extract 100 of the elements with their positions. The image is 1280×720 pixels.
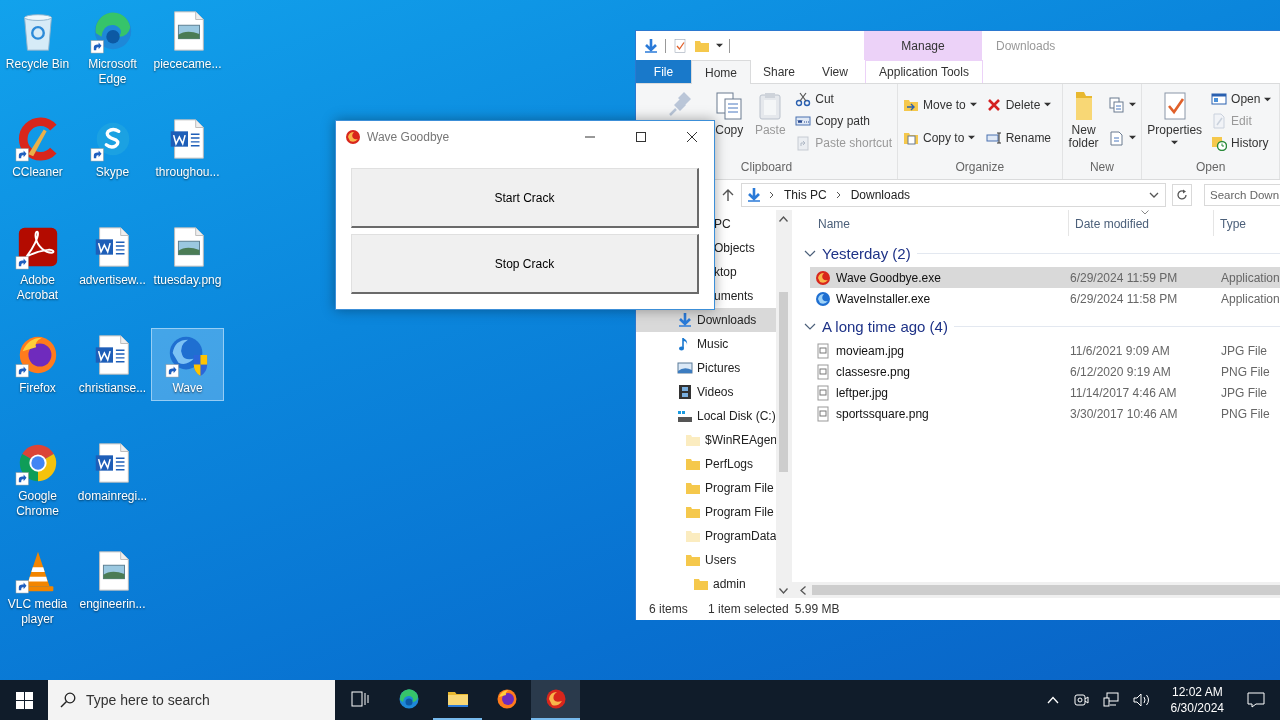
download-icon: [677, 312, 693, 328]
ribbon-button[interactable]: New folder: [1064, 88, 1103, 152]
nav-item[interactable]: PC: [714, 212, 737, 236]
nav-item[interactable]: Videos: [636, 380, 776, 404]
film-icon: [677, 384, 693, 400]
group-label: Open: [1195, 160, 1227, 176]
desktop-shortcut[interactable]: domainregi...: [76, 436, 149, 509]
ribbon-tab[interactable]: Application Tools: [865, 60, 983, 83]
scissors-icon: [795, 91, 812, 107]
file-name: classesre.png: [836, 364, 911, 379]
swirl-icon: [345, 128, 361, 145]
nav-item[interactable]: Music: [636, 332, 776, 356]
ribbon-tab[interactable]: File: [636, 60, 691, 83]
desktop-shortcut[interactable]: Google Chrome: [1, 436, 74, 524]
nav-item[interactable]: $WinREAgen: [636, 428, 776, 452]
caret-icon: [1264, 95, 1272, 103]
refresh-button[interactable]: [1172, 184, 1192, 206]
ribbon-button[interactable]: Properties: [1144, 88, 1206, 148]
folder-icon: [685, 432, 701, 448]
ribbon-button[interactable]: Move to: [900, 95, 980, 114]
type-cell: JPG File: [1221, 385, 1267, 400]
breadcrumb[interactable]: This PC: [782, 188, 829, 202]
file-row[interactable]: sportssquare.png 3/30/2017 10:46 AM PNG File: [810, 403, 1280, 424]
action-button[interactable]: Stop Crack: [351, 234, 699, 294]
speaker-icon: [1132, 692, 1151, 708]
caret-icon: [968, 134, 976, 141]
desktop-shortcut[interactable]: christianse...: [76, 328, 149, 401]
nav-item[interactable]: Objects: [714, 236, 761, 260]
breadcrumb[interactable]: Downloads: [848, 188, 913, 202]
group-header[interactable]: A long time ago (4): [822, 317, 948, 335]
file-row[interactable]: WaveInstaller.exe 6/29/2024 11:58 PM Application: [810, 288, 1280, 309]
type-cell: PNG File: [1221, 406, 1270, 421]
nav-item[interactable]: Pictures: [636, 356, 776, 380]
nav-item[interactable]: uments: [714, 284, 760, 308]
nav-item[interactable]: Downloads: [636, 308, 776, 332]
action-button[interactable]: Start Crack: [351, 168, 699, 228]
refresh-icon: [1176, 189, 1188, 201]
group-header[interactable]: Yesterday (2): [822, 244, 911, 262]
taskbar-app-button[interactable]: [531, 680, 580, 720]
ribbon-button[interactable]: Copy to: [900, 128, 980, 147]
horizontal-scrollbar[interactable]: [792, 582, 1280, 598]
scroll-down-icon[interactable]: [779, 588, 788, 594]
caret-icon: [716, 42, 723, 49]
nav-item[interactable]: admin: [636, 572, 776, 596]
file-row[interactable]: classesre.png 6/12/2020 9:19 AM PNG File: [810, 361, 1280, 382]
image-file-icon: [815, 342, 831, 359]
network-button[interactable]: [1100, 692, 1121, 708]
search-field[interactable]: Search Down: [1204, 184, 1280, 206]
scroll-up-icon[interactable]: [779, 216, 788, 222]
desktop-shortcut[interactable]: Firefox: [1, 328, 74, 401]
window-title: Downloads: [995, 38, 1056, 55]
vertical-scrollbar[interactable]: [776, 210, 791, 598]
nav-item[interactable]: Users: [636, 548, 776, 572]
date-cell-text: 6/29/2024 11:58 PM: [1069, 291, 1179, 306]
date-cell-text: 3/30/2017 10:46 AM: [1069, 406, 1179, 421]
ribbon-button[interactable]: Open: [1208, 90, 1275, 108]
column-header[interactable]: Date modified: [1069, 210, 1214, 236]
address-bar[interactable]: This PC Downloads: [741, 183, 1166, 207]
clock[interactable]: 12:02 AM 6/30/2024: [1162, 684, 1232, 716]
image-file-icon: [815, 405, 831, 422]
ribbon-button[interactable]: Rename: [982, 128, 1055, 147]
file-name: movieam.jpg: [836, 343, 905, 358]
ribbon-button[interactable]: Copy path: [792, 112, 895, 130]
desktop-shortcut[interactable]: engineerin...: [76, 544, 149, 617]
folder-icon: [685, 480, 701, 496]
ribbon-button[interactable]: History: [1208, 134, 1275, 152]
up-arrow-icon: [721, 188, 735, 202]
caret-icon: [1171, 139, 1179, 146]
nav-item[interactable]: Program File: [636, 500, 776, 524]
ribbon-button[interactable]: Delete: [982, 95, 1055, 114]
chevron-right-icon: [834, 191, 843, 199]
file-name: WaveInstaller.exe: [836, 291, 931, 306]
new-item-icon: [1108, 96, 1125, 113]
caret-icon: [1128, 134, 1136, 141]
history-icon: [1211, 135, 1228, 151]
nav-item[interactable]: PerfLogs: [636, 452, 776, 476]
ribbon-tab[interactable]: Home: [691, 60, 751, 84]
up-arrow-button[interactable]: [721, 188, 735, 202]
desktop-shortcut[interactable]: ttuesday.png: [151, 220, 224, 293]
swirl-icon: [815, 269, 831, 286]
shortcut-icon: [795, 135, 812, 151]
windows-logo-icon: [15, 691, 33, 709]
file-row[interactable]: movieam.jpg 11/6/2021 9:09 AM JPG File: [810, 340, 1280, 361]
nav-item[interactable]: Local Disk (C:): [636, 404, 776, 428]
column-header[interactable]: Name: [812, 210, 1069, 236]
file-row[interactable]: leftper.jpg 11/14/2017 4:46 AM JPG File: [810, 382, 1280, 403]
image-file-icon: [815, 363, 831, 380]
nav-item[interactable]: ktop: [714, 260, 743, 284]
group-label: Organize: [954, 160, 1006, 176]
folder-icon: [685, 456, 701, 472]
nav-item[interactable]: ProgramData: [636, 524, 776, 548]
type-cell: PNG File: [1221, 364, 1270, 379]
nav-item[interactable]: Program File: [636, 476, 776, 500]
ribbon-button[interactable]: Cut: [792, 90, 895, 108]
column-header[interactable]: Type: [1214, 210, 1280, 236]
taskbar-search-field[interactable]: Type here to search: [48, 680, 335, 720]
download-icon: [746, 187, 762, 203]
scroll-left-icon[interactable]: [800, 585, 806, 595]
file-row[interactable]: Wave Goodbye.exe 6/29/2024 11:59 PM Application: [810, 267, 1280, 288]
desktop-shortcut[interactable]: VLC media player: [1, 544, 74, 632]
